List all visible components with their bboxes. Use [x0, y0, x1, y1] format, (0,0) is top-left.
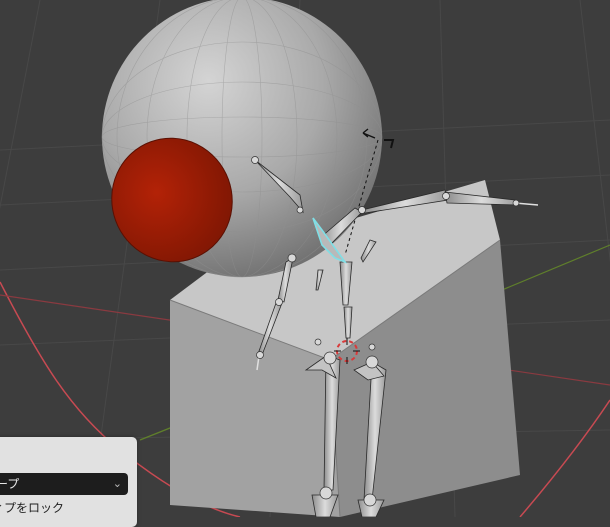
type-dropdown[interactable]: ープ ⌄	[0, 473, 128, 495]
type-dropdown-value: ープ	[0, 477, 20, 491]
y-axis-line-far	[489, 244, 610, 296]
rotate-arrow-right-icon	[384, 139, 395, 149]
x-axis-line-right	[519, 399, 610, 517]
chevron-down-icon: ⌄	[112, 477, 122, 490]
lock-type-checkbox-label[interactable]: ィプをロック	[0, 499, 64, 516]
operator-panel: ープ ⌄ ィプをロック	[0, 437, 137, 527]
sphere-head-mesh	[101, 0, 383, 278]
